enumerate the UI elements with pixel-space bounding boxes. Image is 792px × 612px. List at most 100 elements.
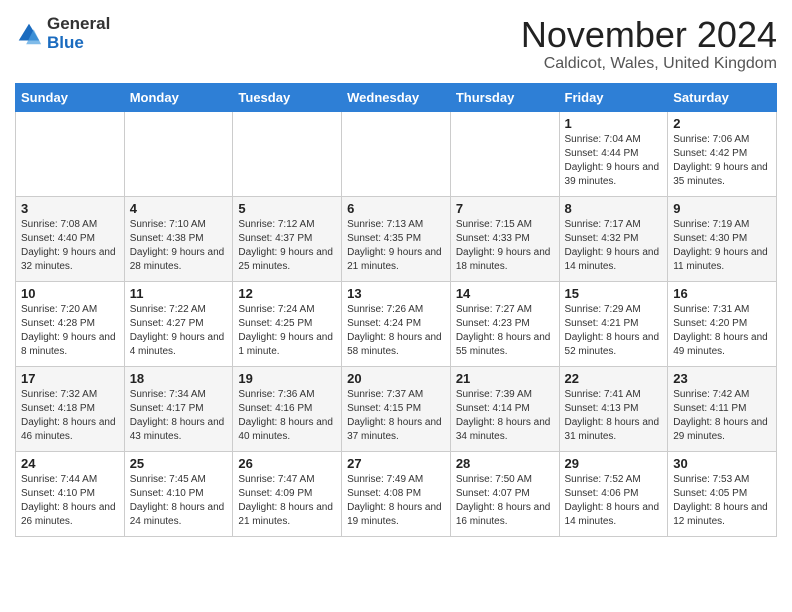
calendar-cell: 8 Sunrise: 7:17 AM Sunset: 4:32 PM Daylig…: [559, 196, 668, 281]
calendar-cell: [450, 111, 559, 196]
day-info: Sunrise: 7:52 AM Sunset: 4:06 PM Dayligh…: [565, 473, 663, 529]
calendar-header: SundayMondayTuesdayWednesdayThursdayFrid…: [16, 83, 777, 111]
week-row-3: 17Sunrise: 7:32 AM Sunset: 4:18 PM Dayli…: [16, 366, 777, 451]
day-number: 8: [565, 201, 663, 216]
calendar-cell: [124, 111, 233, 196]
day-info: Sunrise: 7:12 AM Sunset: 4:37 PM Dayligh…: [238, 218, 336, 274]
day-info: Sunrise: 7:08 AM Sunset: 4:40 PM Dayligh…: [21, 218, 119, 274]
day-number: 16: [673, 286, 771, 301]
day-info: Sunrise: 7:47 AM Sunset: 4:09 PM Dayligh…: [238, 473, 336, 529]
calendar-cell: 10 Sunrise: 7:20 AM Sunset: 4:28 PM Dayli…: [16, 281, 125, 366]
calendar-cell: 29 Sunrise: 7:52 AM Sunset: 4:06 PM Dayli…: [559, 451, 668, 536]
calendar-cell: 3 Sunrise: 7:08 AM Sunset: 4:40 PM Daylig…: [16, 196, 125, 281]
header-day-friday: Friday: [559, 83, 668, 111]
calendar-cell: [16, 111, 125, 196]
day-info: Sunrise: 7:45 AM Sunset: 4:10 PM Dayligh…: [130, 473, 228, 529]
day-info: Sunrise: 7:26 AM Sunset: 4:24 PM Dayligh…: [347, 303, 445, 359]
day-number: 24: [21, 456, 119, 471]
day-info: Sunrise: 7:44 AM Sunset: 4:10 PM Dayligh…: [21, 473, 119, 529]
day-number: 14: [456, 286, 554, 301]
day-number: 20: [347, 371, 445, 386]
week-row-2: 10 Sunrise: 7:20 AM Sunset: 4:28 PM Dayli…: [16, 281, 777, 366]
logo-blue: Blue: [47, 34, 110, 53]
day-info: Sunrise: 7:42 AM Sunset: 4:11 PM Dayligh…: [673, 388, 771, 444]
day-number: 6: [347, 201, 445, 216]
month-title: November 2024: [521, 15, 777, 55]
day-info: Sunrise: 7:50 AM Sunset: 4:07 PM Dayligh…: [456, 473, 554, 529]
calendar-body: 1 Sunrise: 7:04 AM Sunset: 4:44 PM Daylig…: [16, 111, 777, 536]
day-info: Sunrise: 7:17 AM Sunset: 4:32 PM Dayligh…: [565, 218, 663, 274]
day-info: Sunrise: 7:13 AM Sunset: 4:35 PM Dayligh…: [347, 218, 445, 274]
day-info: Sunrise: 7:41 AM Sunset: 4:13 PM Dayligh…: [565, 388, 663, 444]
calendar-cell: 21 Sunrise: 7:39 AM Sunset: 4:14 PM Dayli…: [450, 366, 559, 451]
calendar-cell: 14Sunrise: 7:27 AM Sunset: 4:23 PM Dayli…: [450, 281, 559, 366]
header-day-thursday: Thursday: [450, 83, 559, 111]
day-number: 7: [456, 201, 554, 216]
day-number: 5: [238, 201, 336, 216]
calendar-cell: 5 Sunrise: 7:12 AM Sunset: 4:37 PM Daylig…: [233, 196, 342, 281]
week-row-4: 24 Sunrise: 7:44 AM Sunset: 4:10 PM Dayli…: [16, 451, 777, 536]
day-number: 3: [21, 201, 119, 216]
day-number: 10: [21, 286, 119, 301]
calendar-cell: 20 Sunrise: 7:37 AM Sunset: 4:15 PM Dayli…: [342, 366, 451, 451]
header-day-tuesday: Tuesday: [233, 83, 342, 111]
header-day-monday: Monday: [124, 83, 233, 111]
calendar-cell: 2Sunrise: 7:06 AM Sunset: 4:42 PM Daylig…: [668, 111, 777, 196]
header-day-wednesday: Wednesday: [342, 83, 451, 111]
calendar-cell: 24 Sunrise: 7:44 AM Sunset: 4:10 PM Dayli…: [16, 451, 125, 536]
header: General Blue November 2024 Caldicot, Wal…: [15, 15, 777, 73]
title-area: November 2024 Caldicot, Wales, United Ki…: [521, 15, 777, 73]
day-info: Sunrise: 7:10 AM Sunset: 4:38 PM Dayligh…: [130, 218, 228, 274]
day-info: Sunrise: 7:37 AM Sunset: 4:15 PM Dayligh…: [347, 388, 445, 444]
day-info: Sunrise: 7:39 AM Sunset: 4:14 PM Dayligh…: [456, 388, 554, 444]
calendar-cell: 23Sunrise: 7:42 AM Sunset: 4:11 PM Dayli…: [668, 366, 777, 451]
day-number: 22: [565, 371, 663, 386]
day-number: 19: [238, 371, 336, 386]
day-info: Sunrise: 7:04 AM Sunset: 4:44 PM Dayligh…: [565, 133, 663, 189]
calendar-cell: 11Sunrise: 7:22 AM Sunset: 4:27 PM Dayli…: [124, 281, 233, 366]
calendar-cell: 12 Sunrise: 7:24 AM Sunset: 4:25 PM Dayli…: [233, 281, 342, 366]
calendar-cell: 17Sunrise: 7:32 AM Sunset: 4:18 PM Dayli…: [16, 366, 125, 451]
day-number: 25: [130, 456, 228, 471]
logo-general: General: [47, 15, 110, 34]
calendar-cell: 19Sunrise: 7:36 AM Sunset: 4:16 PM Dayli…: [233, 366, 342, 451]
logo: General Blue: [15, 15, 110, 52]
day-number: 21: [456, 371, 554, 386]
day-info: Sunrise: 7:19 AM Sunset: 4:30 PM Dayligh…: [673, 218, 771, 274]
calendar-cell: 4Sunrise: 7:10 AM Sunset: 4:38 PM Daylig…: [124, 196, 233, 281]
calendar-cell: 9 Sunrise: 7:19 AM Sunset: 4:30 PM Daylig…: [668, 196, 777, 281]
day-number: 17: [21, 371, 119, 386]
week-row-0: 1 Sunrise: 7:04 AM Sunset: 4:44 PM Daylig…: [16, 111, 777, 196]
day-info: Sunrise: 7:20 AM Sunset: 4:28 PM Dayligh…: [21, 303, 119, 359]
day-number: 29: [565, 456, 663, 471]
day-info: Sunrise: 7:49 AM Sunset: 4:08 PM Dayligh…: [347, 473, 445, 529]
day-info: Sunrise: 7:15 AM Sunset: 4:33 PM Dayligh…: [456, 218, 554, 274]
day-info: Sunrise: 7:06 AM Sunset: 4:42 PM Dayligh…: [673, 133, 771, 189]
day-number: 12: [238, 286, 336, 301]
calendar-cell: 25 Sunrise: 7:45 AM Sunset: 4:10 PM Dayli…: [124, 451, 233, 536]
day-number: 9: [673, 201, 771, 216]
calendar-cell: 27Sunrise: 7:49 AM Sunset: 4:08 PM Dayli…: [342, 451, 451, 536]
day-info: Sunrise: 7:29 AM Sunset: 4:21 PM Dayligh…: [565, 303, 663, 359]
calendar-cell: 22 Sunrise: 7:41 AM Sunset: 4:13 PM Dayli…: [559, 366, 668, 451]
calendar-cell: 26Sunrise: 7:47 AM Sunset: 4:09 PM Dayli…: [233, 451, 342, 536]
calendar-cell: 1 Sunrise: 7:04 AM Sunset: 4:44 PM Daylig…: [559, 111, 668, 196]
calendar-table: SundayMondayTuesdayWednesdayThursdayFrid…: [15, 83, 777, 537]
day-number: 30: [673, 456, 771, 471]
day-number: 13: [347, 286, 445, 301]
calendar-cell: 28Sunrise: 7:50 AM Sunset: 4:07 PM Dayli…: [450, 451, 559, 536]
logo-icon: [15, 20, 43, 48]
calendar-cell: 16Sunrise: 7:31 AM Sunset: 4:20 PM Dayli…: [668, 281, 777, 366]
calendar-cell: 18 Sunrise: 7:34 AM Sunset: 4:17 PM Dayli…: [124, 366, 233, 451]
day-number: 18: [130, 371, 228, 386]
day-info: Sunrise: 7:22 AM Sunset: 4:27 PM Dayligh…: [130, 303, 228, 359]
day-info: Sunrise: 7:24 AM Sunset: 4:25 PM Dayligh…: [238, 303, 336, 359]
calendar-cell: 30Sunrise: 7:53 AM Sunset: 4:05 PM Dayli…: [668, 451, 777, 536]
day-info: Sunrise: 7:34 AM Sunset: 4:17 PM Dayligh…: [130, 388, 228, 444]
calendar-cell: [342, 111, 451, 196]
day-number: 1: [565, 116, 663, 131]
header-day-saturday: Saturday: [668, 83, 777, 111]
week-row-1: 3 Sunrise: 7:08 AM Sunset: 4:40 PM Daylig…: [16, 196, 777, 281]
day-number: 15: [565, 286, 663, 301]
header-day-sunday: Sunday: [16, 83, 125, 111]
